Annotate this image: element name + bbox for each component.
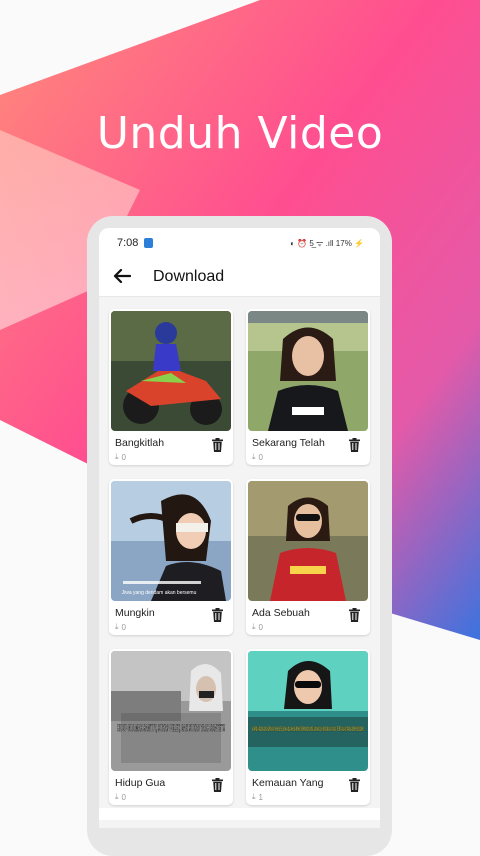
app-bar: Download <box>99 258 380 297</box>
download-count: ⤓ 0 <box>252 622 263 632</box>
download-icon: ⤓ <box>115 792 119 801</box>
video-thumbnail[interactable]: Jiwa yang dendam akan bersemu <box>111 481 231 601</box>
video-card[interactable]: Sekarang Telah ⤓ 0 <box>246 309 370 465</box>
trash-icon[interactable] <box>212 438 223 452</box>
system-nav-bar <box>99 808 380 820</box>
thumbnail-caption: Jiwa yang dendam akan bersemu <box>122 590 197 596</box>
phone-screen: 7:08 ◐ ⏰ 5̲ ᯤ .ıll 17% ⚡ Download Bangki… <box>99 228 380 828</box>
video-thumbnail[interactable] <box>248 311 368 431</box>
status-time: 7:08 <box>117 237 139 249</box>
download-count: ⤓ 0 <box>252 452 263 462</box>
video-card[interactable]: Jiwa yang dendam akan bersemu Mungkin ⤓ 0 <box>109 479 233 635</box>
page-title: Download <box>153 268 225 285</box>
video-grid: Bangkitlah ⤓ 0 Sekarang Telah ⤓ 0 Jiwa y… <box>99 297 380 805</box>
thumbnail-overlay-text: HIDUP GUA MAH SANTUY, SUKA? PELET, GAK S… <box>117 723 225 733</box>
video-thumbnail[interactable] <box>111 311 231 431</box>
video-card[interactable]: HIDUP GUA MAH SANTUY, SUKA? PELET, GAK S… <box>109 649 233 805</box>
video-title: Bangkitlah <box>115 437 165 449</box>
video-title: Kemauan Yang <box>252 777 324 789</box>
video-title: Mungkin <box>115 607 155 619</box>
trash-icon[interactable] <box>212 608 223 622</box>
video-title: Sekarang Telah <box>252 437 325 449</box>
download-icon: ⤓ <box>252 452 256 461</box>
download-count: ⤓ 0 <box>115 452 126 462</box>
download-count: ⤓ 0 <box>115 792 126 802</box>
trash-icon[interactable] <box>212 778 223 792</box>
download-icon: ⤓ <box>115 452 119 461</box>
trash-icon[interactable] <box>349 608 360 622</box>
video-card[interactable]: Bangkitlah ⤓ 0 <box>109 309 233 465</box>
promo-headline: Unduh Video <box>96 108 384 159</box>
video-thumbnail[interactable]: KARNA PADA DASARNYA SUKSES, BUKANLAH DAR… <box>248 651 368 771</box>
download-count: ⤓ 1 <box>252 792 263 802</box>
video-card[interactable]: Ada Sebuah ⤓ 0 <box>246 479 370 635</box>
video-card[interactable]: KARNA PADA DASARNYA SUKSES, BUKANLAH DAR… <box>246 649 370 805</box>
trash-icon[interactable] <box>349 438 360 452</box>
status-bar: 7:08 ◐ ⏰ 5̲ ᯤ .ıll 17% ⚡ <box>99 228 380 258</box>
arrow-left-icon[interactable] <box>113 266 153 289</box>
download-icon: ⤓ <box>252 622 256 631</box>
status-icons: ◐ ⏰ 5̲ ᯤ .ıll 17% ⚡ <box>290 238 364 248</box>
download-icon: ⤓ <box>115 622 119 631</box>
thumbnail-overlay-text: KARNA PADA DASARNYA SUKSES, BUKANLAH DAR… <box>252 727 364 733</box>
video-thumbnail[interactable] <box>248 481 368 601</box>
download-icon: ⤓ <box>252 792 256 801</box>
notification-icon <box>144 238 154 248</box>
video-thumbnail[interactable]: HIDUP GUA MAH SANTUY, SUKA? PELET, GAK S… <box>111 651 231 771</box>
video-title: Hidup Gua <box>115 777 166 789</box>
trash-icon[interactable] <box>349 778 360 792</box>
video-title: Ada Sebuah <box>252 607 310 619</box>
download-count: ⤓ 0 <box>115 622 126 632</box>
